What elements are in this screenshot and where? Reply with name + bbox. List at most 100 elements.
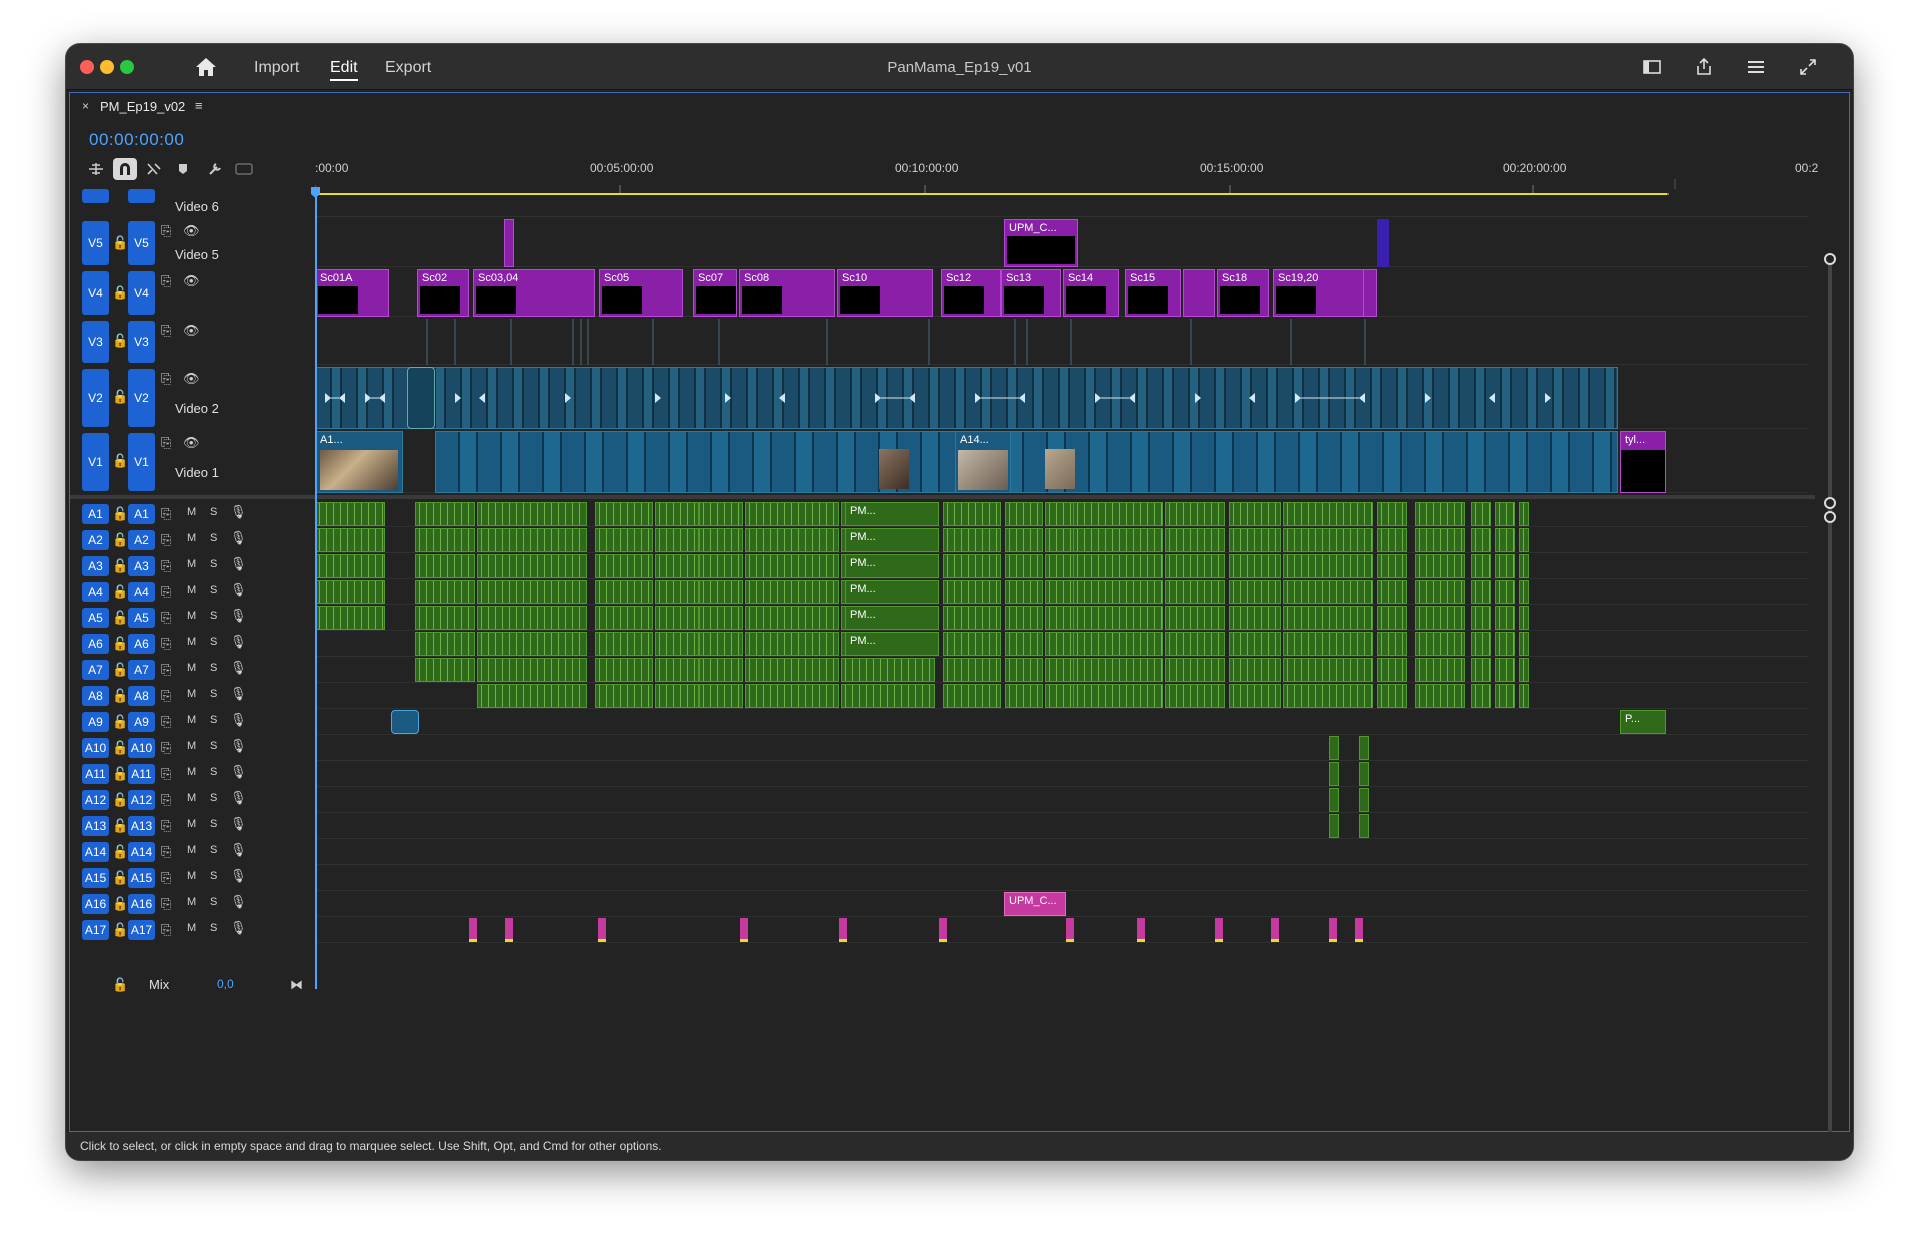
lock-icon[interactable]: 🔓 bbox=[112, 235, 128, 251]
audio-clip[interactable] bbox=[1519, 632, 1529, 656]
source-patch-a2[interactable]: A2 bbox=[82, 530, 109, 550]
lane-a5[interactable]: PM... bbox=[315, 605, 1808, 631]
solo-button[interactable]: S bbox=[210, 558, 217, 570]
vscroll-handle-mid[interactable] bbox=[1824, 497, 1836, 509]
lane-v5[interactable]: UPM_C... bbox=[315, 219, 1808, 267]
mute-button[interactable]: M bbox=[187, 844, 196, 856]
audio-clip[interactable] bbox=[595, 528, 653, 552]
track-name-v6[interactable]: Video 6 bbox=[175, 199, 219, 214]
microphone-icon[interactable]: 🎙 bbox=[230, 816, 247, 832]
lane-a12[interactable] bbox=[315, 787, 1808, 813]
audio-clip[interactable] bbox=[1073, 658, 1163, 682]
lane-a11[interactable] bbox=[315, 761, 1808, 787]
solo-button[interactable]: S bbox=[210, 896, 217, 908]
source-patch-a5[interactable]: A5 bbox=[82, 608, 109, 628]
playhead-timecode[interactable]: 00:00:00:00 bbox=[89, 130, 184, 150]
source-patch-a17[interactable]: A17 bbox=[82, 920, 109, 940]
time-ruler[interactable]: :00:00 00:05:00:00 00:10:00:00 00:15:00:… bbox=[311, 151, 1818, 198]
source-patch-a13[interactable]: A13 bbox=[82, 816, 109, 836]
scene-clip[interactable]: Sc13 bbox=[1001, 269, 1061, 317]
audio-clip[interactable] bbox=[655, 632, 699, 656]
microphone-icon[interactable]: 🎙 bbox=[230, 660, 247, 676]
source-patch-a7[interactable]: A7 bbox=[82, 660, 109, 680]
audio-clip[interactable] bbox=[1165, 606, 1225, 630]
audio-clip[interactable] bbox=[1471, 606, 1491, 630]
track-name-v2[interactable]: Video 2 bbox=[175, 401, 219, 416]
audio-clip[interactable] bbox=[415, 632, 475, 656]
vscroll-handle-top[interactable] bbox=[1824, 253, 1836, 265]
track-target-a2[interactable]: A2 bbox=[128, 530, 155, 550]
audio-clip[interactable] bbox=[745, 580, 839, 604]
audio-clip[interactable] bbox=[939, 918, 947, 942]
lock-icon[interactable]: 🔓 bbox=[112, 714, 128, 730]
audio-clip[interactable] bbox=[469, 918, 477, 942]
audio-clip[interactable] bbox=[1073, 528, 1163, 552]
lock-icon[interactable]: 🔓 bbox=[112, 922, 128, 938]
audio-clip-pm[interactable]: PM... bbox=[845, 528, 939, 552]
audio-clip[interactable] bbox=[1329, 736, 1339, 760]
lock-icon[interactable]: 🔓 bbox=[112, 584, 128, 600]
solo-button[interactable]: S bbox=[210, 610, 217, 622]
audio-clip[interactable] bbox=[1415, 684, 1465, 708]
wrench-icon[interactable] bbox=[203, 158, 227, 180]
audio-clip[interactable] bbox=[943, 580, 1001, 604]
solo-button[interactable]: S bbox=[210, 792, 217, 804]
sync-lock-icon[interactable]: ⎘ bbox=[161, 273, 171, 289]
audio-clip[interactable] bbox=[391, 710, 419, 734]
source-patch-v3[interactable]: V3 bbox=[82, 321, 109, 363]
audio-clip[interactable] bbox=[1005, 658, 1043, 682]
audio-clip[interactable] bbox=[595, 658, 653, 682]
microphone-icon[interactable]: 🎙 bbox=[230, 894, 247, 910]
mute-button[interactable]: M bbox=[187, 506, 196, 518]
audio-clip[interactable] bbox=[655, 554, 699, 578]
lock-icon[interactable]: 🔓 bbox=[112, 285, 128, 301]
mute-button[interactable]: M bbox=[187, 532, 196, 544]
video-clip[interactable]: tyl... bbox=[1620, 431, 1666, 493]
audio-clip[interactable] bbox=[1283, 528, 1373, 552]
audio-clip[interactable] bbox=[943, 658, 1001, 682]
lane-a8[interactable] bbox=[315, 683, 1808, 709]
audio-clip[interactable] bbox=[1283, 502, 1373, 526]
source-patch-v6[interactable] bbox=[82, 189, 109, 203]
audio-clip[interactable] bbox=[1165, 554, 1225, 578]
microphone-icon[interactable]: 🎙 bbox=[230, 686, 247, 702]
scene-clip[interactable]: Sc15 bbox=[1125, 269, 1181, 317]
audio-clip[interactable] bbox=[1495, 528, 1515, 552]
audio-clip[interactable] bbox=[699, 632, 743, 656]
audio-clip[interactable] bbox=[1073, 502, 1163, 526]
audio-clip[interactable] bbox=[1073, 554, 1163, 578]
audio-clip[interactable] bbox=[1005, 580, 1043, 604]
mute-button[interactable]: M bbox=[187, 584, 196, 596]
audio-clip[interactable] bbox=[1519, 528, 1529, 552]
audio-clip[interactable] bbox=[1005, 554, 1043, 578]
scene-clip[interactable]: Sc03,04 bbox=[473, 269, 595, 317]
menu-import[interactable]: Import bbox=[254, 59, 299, 77]
audio-clip[interactable] bbox=[745, 658, 839, 682]
audio-clip[interactable] bbox=[315, 606, 385, 630]
audio-clip[interactable] bbox=[655, 684, 699, 708]
lane-a6[interactable]: PM... bbox=[315, 631, 1808, 657]
audio-clip[interactable] bbox=[943, 554, 1001, 578]
track-target-a17[interactable]: A17 bbox=[128, 920, 155, 940]
audio-clip[interactable] bbox=[477, 554, 587, 578]
solo-button[interactable]: S bbox=[210, 818, 217, 830]
source-patch-v5[interactable]: V5 bbox=[82, 221, 109, 265]
minimize-window-button[interactable] bbox=[100, 60, 114, 74]
track-target-a6[interactable]: A6 bbox=[128, 634, 155, 654]
audio-clip[interactable] bbox=[1329, 814, 1339, 838]
eye-icon[interactable]: 👁 bbox=[183, 323, 200, 339]
vertical-scrollbar[interactable] bbox=[1828, 253, 1832, 1133]
source-patch-a9[interactable]: A9 bbox=[82, 712, 109, 732]
eye-icon[interactable]: 👁 bbox=[183, 371, 200, 387]
track-target-a15[interactable]: A15 bbox=[128, 868, 155, 888]
add-marker-icon[interactable] bbox=[171, 158, 195, 180]
audio-clip[interactable] bbox=[415, 528, 475, 552]
track-target-a5[interactable]: A5 bbox=[128, 608, 155, 628]
scene-clip[interactable]: Sc02 bbox=[417, 269, 469, 317]
video-audio-divider[interactable] bbox=[70, 495, 1815, 499]
audio-clip[interactable] bbox=[1495, 502, 1515, 526]
audio-clip[interactable] bbox=[505, 918, 513, 942]
lane-v2[interactable] bbox=[315, 367, 1808, 429]
audio-clip[interactable] bbox=[745, 554, 839, 578]
home-icon[interactable] bbox=[194, 56, 218, 78]
